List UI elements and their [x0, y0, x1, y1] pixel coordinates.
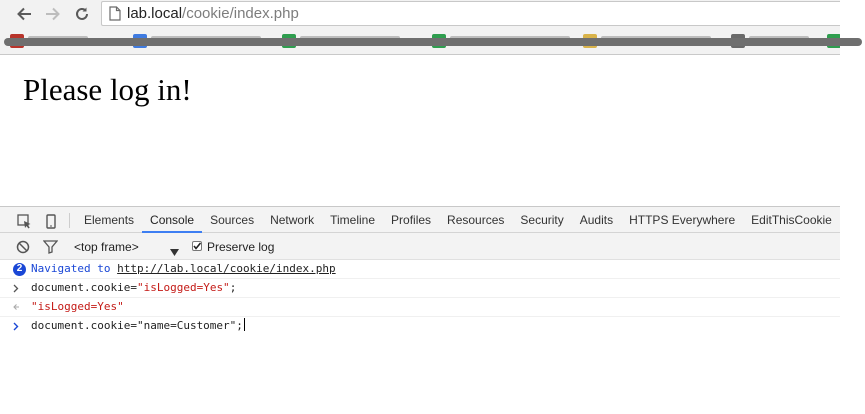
prompt-chevron-icon [13, 279, 27, 297]
devtools-panel: Elements Console Sources Network Timelin… [0, 206, 840, 414]
tab-audits[interactable]: Audits [572, 207, 621, 233]
console-output: 2 Navigated to http://lab.local/cookie/i… [0, 260, 840, 335]
browser-window: lab.local/cookie/index.php Please log in… [0, 0, 865, 414]
url-text: lab.local/cookie/index.php [127, 5, 299, 22]
page-icon [109, 6, 121, 26]
url-path: /cookie/index.php [182, 5, 299, 22]
filter-icon[interactable] [42, 239, 58, 255]
devtools-tabs: Elements Console Sources Network Timelin… [76, 207, 840, 233]
url-host: lab.local [127, 5, 183, 22]
tab-network[interactable]: Network [262, 207, 322, 233]
browser-toolbar: lab.local/cookie/index.php [0, 0, 840, 28]
tab-console[interactable]: Console [142, 207, 203, 233]
command-suffix: ; [229, 281, 237, 294]
redaction-scribble [4, 38, 862, 46]
console-line-result: "isLogged=Yes" [0, 298, 840, 317]
command-prefix: document.cookie= [31, 281, 137, 294]
clear-console-icon[interactable] [15, 239, 31, 255]
tab-elements[interactable]: Elements [76, 207, 142, 233]
result-arrow-icon [13, 298, 27, 316]
console-command: document.cookie="isLogged=Yes"; [31, 279, 236, 297]
tab-https-everywhere[interactable]: HTTPS Everywhere [621, 207, 743, 233]
address-bar[interactable]: lab.local/cookie/index.php [101, 1, 840, 26]
prompt-chevron-icon [13, 317, 27, 335]
frame-selector[interactable]: <top frame> [74, 240, 139, 254]
text-caret [243, 318, 245, 331]
page-heading: Please log in! [23, 72, 192, 107]
reload-icon[interactable] [71, 4, 93, 24]
navigated-message: Navigated to http://lab.local/cookie/ind… [31, 260, 336, 278]
tab-security[interactable]: Security [512, 207, 571, 233]
dropdown-arrow-icon[interactable] [170, 243, 179, 261]
preserve-log-label[interactable]: Preserve log [207, 240, 274, 254]
console-result: "isLogged=Yes" [31, 300, 124, 313]
tab-editthiscookie[interactable]: EditThisCookie [743, 207, 840, 233]
console-input-text: document.cookie="name=Customer"; [31, 319, 243, 332]
tab-resources[interactable]: Resources [439, 207, 512, 233]
forward-arrow-icon[interactable] [42, 4, 64, 24]
console-line-navigated: 2 Navigated to http://lab.local/cookie/i… [0, 260, 840, 279]
navigated-url-link[interactable]: http://lab.local/cookie/index.php [117, 262, 336, 275]
tab-timeline[interactable]: Timeline [322, 207, 383, 233]
navigated-text: Navigated to [31, 262, 111, 275]
tab-sources[interactable]: Sources [202, 207, 262, 233]
device-mode-icon[interactable] [43, 213, 59, 229]
command-string: "isLogged=Yes" [136, 281, 230, 294]
console-prompt[interactable]: document.cookie="name=Customer"; [0, 317, 840, 335]
toolbar-divider [69, 213, 70, 228]
console-input[interactable]: document.cookie="name=Customer"; [31, 317, 245, 335]
devtools-tabbar: Elements Console Sources Network Timelin… [0, 206, 840, 233]
inspect-element-icon[interactable] [16, 213, 32, 229]
back-arrow-icon[interactable] [13, 4, 35, 24]
count-badge: 2 [13, 262, 26, 276]
console-line-command: document.cookie="isLogged=Yes"; [0, 279, 840, 298]
message-count-badge: 2 [13, 260, 27, 278]
tab-profiles[interactable]: Profiles [383, 207, 439, 233]
preserve-log-checkbox[interactable] [192, 241, 202, 251]
console-filter-bar: <top frame> Preserve log [0, 233, 840, 260]
